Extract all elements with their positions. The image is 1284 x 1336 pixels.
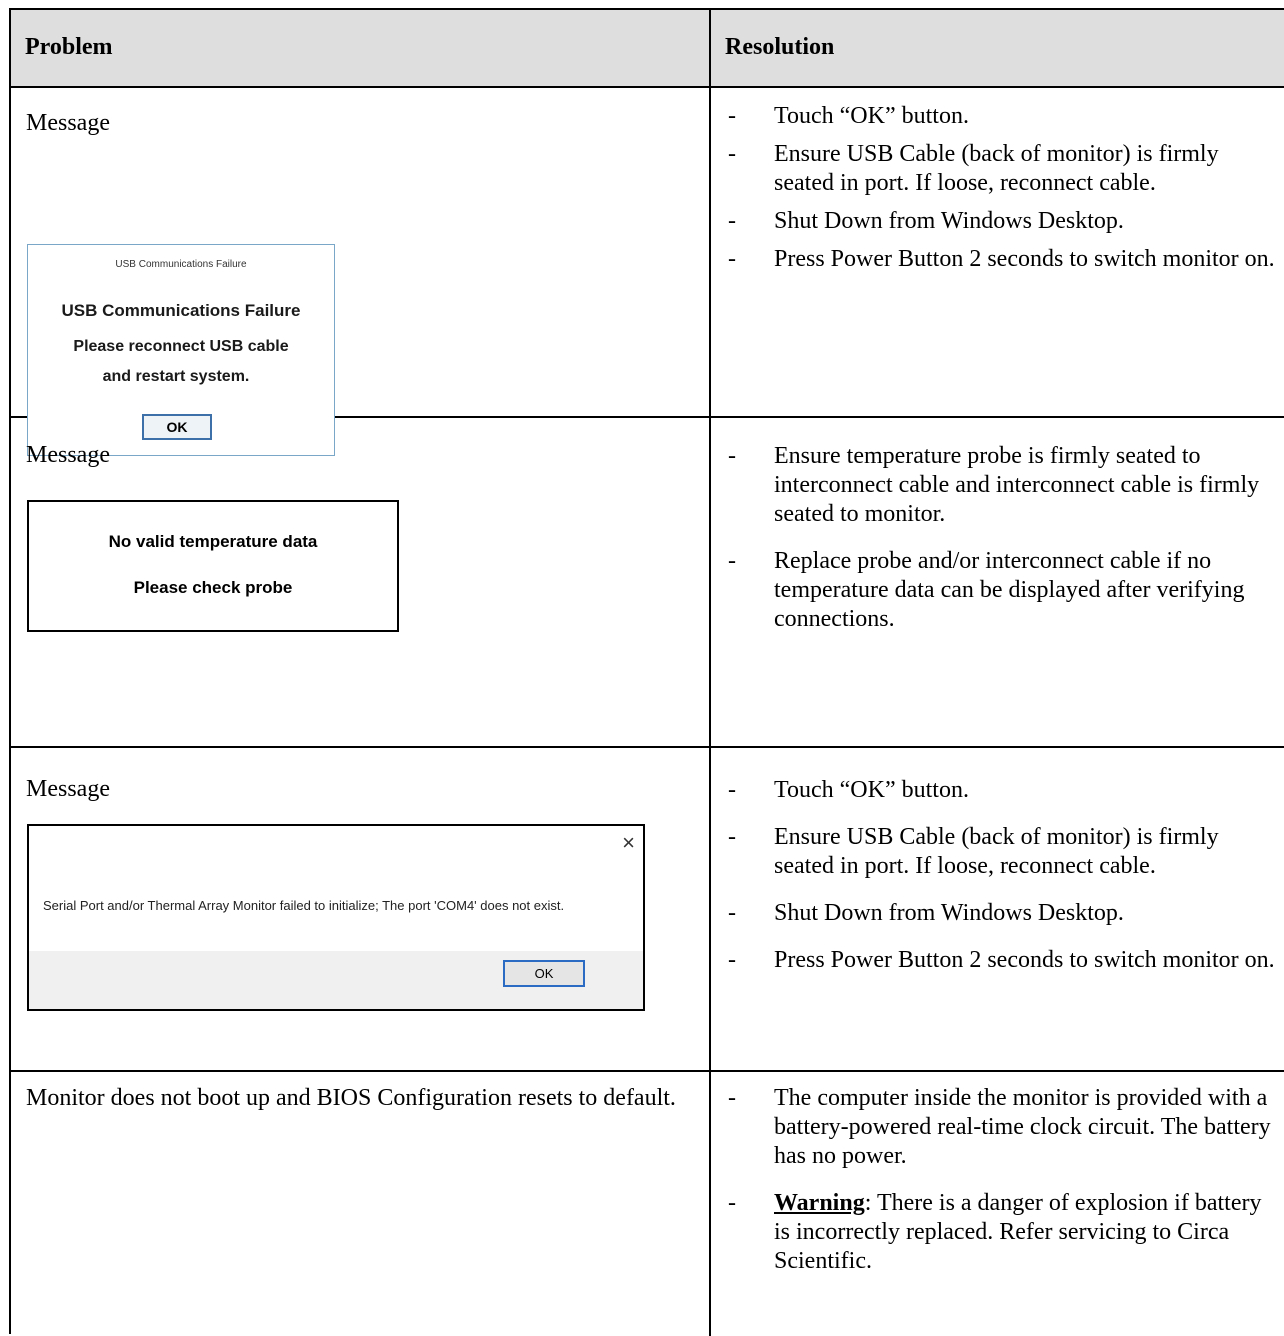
dialog-line: Please reconnect USB cable — [73, 338, 289, 355]
resolution-item: - Shut Down from Windows Desktop. — [728, 208, 1124, 234]
resolution-item: - The computer inside the monitor is pro… — [728, 1085, 1271, 1169]
message-label: Message — [26, 110, 110, 136]
dash: - — [728, 1190, 736, 1216]
row2-problem-cell: Message No valid temperature data Please… — [11, 418, 711, 748]
header-resolution-cell: Resolution — [711, 10, 1284, 88]
resolution-item: - Touch “OK” button. — [728, 777, 969, 803]
dash: - — [728, 900, 736, 926]
dash: - — [728, 824, 736, 850]
resolution-list: - The computer inside the monitor is pro… — [711, 1084, 1284, 1276]
row1-resolution-cell: - Touch “OK” button. - Ensure USB Cable … — [711, 88, 1284, 418]
warning-label: Warning — [774, 1190, 865, 1216]
dash: - — [728, 777, 736, 803]
resolution-item: - Shut Down from Windows Desktop. — [728, 900, 1124, 926]
dash: - — [728, 947, 736, 973]
resolution-list: - Touch “OK” button. - Ensure USB Cable … — [711, 102, 1284, 274]
dash: - — [728, 548, 736, 574]
dialog-line: No valid temperature data — [108, 532, 318, 551]
resolution-item: - Ensure USB Cable (back of monitor) is … — [728, 824, 1219, 879]
resolution-list: - Touch “OK” button. - Ensure USB Cable … — [711, 776, 1284, 975]
resolution-item: - Touch “OK” button. — [728, 103, 969, 129]
problem-text: Monitor does not boot up and BIOS Config… — [26, 1085, 676, 1111]
row1-problem-cell: Message USB Communications Failure USB C… — [11, 88, 711, 456]
message-label: Message — [26, 442, 110, 468]
row2-resolution-cell: - Ensure temperature probe is firmly sea… — [711, 418, 1284, 748]
row3-resolution-cell: - Touch “OK” button. - Ensure USB Cable … — [711, 748, 1284, 1072]
resolution-list: - Ensure temperature probe is firmly sea… — [711, 442, 1284, 634]
ok-button: OK — [503, 960, 585, 987]
dash: - — [728, 208, 736, 234]
header-problem-cell: Problem — [11, 10, 711, 88]
row3-problem-cell: Message × Serial Port and/or Thermal Arr… — [11, 748, 711, 1072]
dialog-line: Please check probe — [133, 578, 293, 597]
message-label: Message — [26, 776, 110, 802]
dash: - — [728, 1085, 736, 1111]
resolution-item: - Ensure USB Cable (back of monitor) is … — [728, 141, 1219, 196]
dialog-line: and restart system. — [102, 368, 250, 385]
dash: - — [728, 246, 736, 272]
resolution-item: - Press Power Button 2 seconds to switch… — [728, 947, 1275, 973]
no-temperature-dialog: No valid temperature data Please check p… — [27, 500, 399, 632]
dialog-heading: USB Communications Failure — [61, 301, 301, 320]
close-icon: × — [622, 830, 635, 855]
dialog-title: USB Communications Failure — [115, 259, 247, 270]
resolution-item: - Ensure temperature probe is firmly sea… — [728, 443, 1260, 527]
resolution-item: - Replace probe and/or interconnect cabl… — [728, 548, 1245, 632]
dash: - — [728, 103, 736, 129]
header-problem: Problem — [25, 34, 113, 60]
dialog-footer: OK — [29, 951, 643, 1009]
resolution-item: - Press Power Button 2 seconds to switch… — [728, 246, 1275, 272]
serial-port-dialog: × Serial Port and/or Thermal Array Monit… — [27, 824, 645, 1011]
row4-resolution-cell: - The computer inside the monitor is pro… — [711, 1072, 1284, 1336]
warning-item: - Warning: There is a danger of explosio… — [711, 1189, 1284, 1276]
row4-problem-cell: Monitor does not boot up and BIOS Config… — [11, 1072, 711, 1336]
header-resolution: Resolution — [725, 34, 835, 60]
dash: - — [728, 443, 736, 469]
dash: - — [728, 141, 736, 167]
troubleshooting-table: Problem Resolution Message USB Communica… — [9, 8, 1284, 1336]
dialog-body: Serial Port and/or Thermal Array Monitor… — [43, 898, 565, 913]
